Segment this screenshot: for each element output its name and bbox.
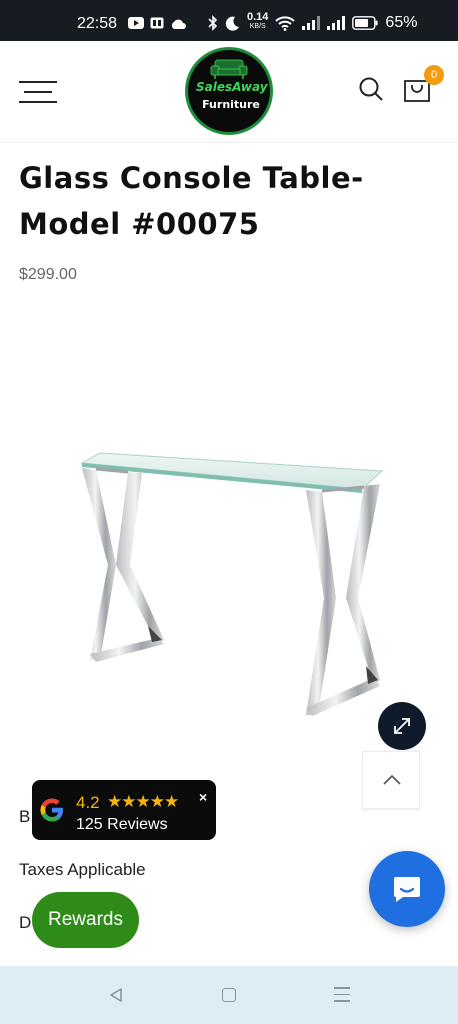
rating-value: 4.2 [76,793,100,812]
product-price: $299.00 [19,266,77,283]
net-speed: 0.14 KB/S [247,11,269,31]
detail-line-3: D [19,913,32,932]
youtube-icon [128,17,144,29]
site-logo[interactable]: SalesAway Furniture [185,47,273,135]
cart-count-badge: 0 [424,65,444,85]
wifi-icon [275,15,296,31]
search-icon[interactable] [358,76,384,102]
expand-image-button[interactable] [378,702,426,750]
chat-button[interactable] [369,851,445,927]
taxes-text: Taxes Applicable [19,860,146,879]
recents-icon[interactable] [334,987,350,1003]
chevron-up-icon [383,774,401,785]
logo-text-line1: SalesAway [196,80,268,94]
rating-stars: ★★★★★ [107,792,179,811]
google-reviews-widget[interactable]: 4.2 ★★★★★ 125 Reviews × [32,780,216,840]
product-image[interactable] [60,440,400,730]
signal-icon-1 [302,16,321,30]
bluetooth-icon [208,15,218,31]
status-time: 22:58 [77,15,118,32]
sofa-icon [210,59,248,79]
cloud-icon [171,19,186,29]
rewards-button[interactable]: Rewards [32,892,139,948]
close-icon[interactable]: × [199,789,207,805]
logo-text-line2: Furniture [202,98,260,111]
detail-line-1: B [19,807,31,826]
notification-icons [128,17,186,29]
moon-icon [225,16,239,31]
home-icon[interactable] [222,988,236,1002]
menu-icon[interactable] [19,81,57,103]
expand-icon [394,718,410,734]
product-title: Glass Console Table- Model #00075 [19,161,364,241]
review-count: 125 Reviews [76,816,168,833]
signal-icon-2 [327,16,346,30]
battery-percent: 65% [385,14,418,31]
chat-bubble-icon [394,877,420,902]
status-bar: 22:58 0.14 KB/S 65% [0,0,458,41]
system-nav-bar [0,966,458,1024]
battery-icon [352,16,379,30]
google-icon [40,798,63,822]
back-to-top-button[interactable] [362,751,420,809]
site-header: SalesAway Furniture 0 [0,41,458,143]
back-icon[interactable] [108,987,124,1003]
sim-card-icon [150,17,164,29]
system-icons: 0.14 KB/S 65% [208,11,418,32]
